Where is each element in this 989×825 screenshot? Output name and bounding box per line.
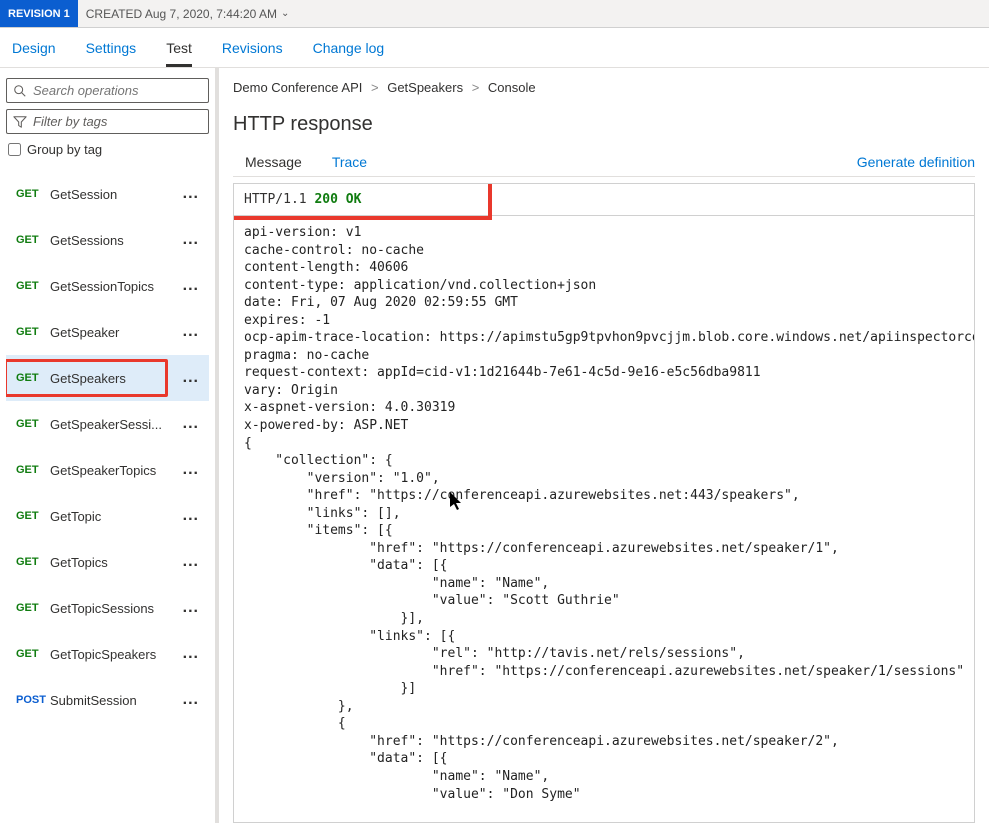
breadcrumb-api[interactable]: Demo Conference API <box>233 80 362 95</box>
operation-item[interactable]: GETGetTopicSessions... <box>6 585 209 631</box>
operations-list: GETGetSession... GETGetSessions... GETGe… <box>6 171 209 823</box>
breadcrumb-sep-icon: > <box>472 80 480 95</box>
row-actions-icon[interactable]: ... <box>183 461 203 479</box>
method-badge: GET <box>16 556 50 568</box>
operation-name: GetSpeakers <box>50 371 183 386</box>
row-actions-icon[interactable]: ... <box>183 507 203 525</box>
breadcrumb-sep-icon: > <box>371 80 379 95</box>
status-line: HTTP/1.1 200 OK <box>234 184 974 216</box>
row-actions-icon[interactable]: ... <box>183 369 203 387</box>
row-actions-icon[interactable]: ... <box>183 185 203 203</box>
operation-item[interactable]: GETGetSessions... <box>6 217 209 263</box>
search-input-wrap[interactable] <box>6 78 209 103</box>
row-actions-icon[interactable]: ... <box>183 691 203 709</box>
chevron-down-icon: ⌄ <box>281 8 289 19</box>
operation-item[interactable]: GETGetTopicSpeakers... <box>6 631 209 677</box>
response-body[interactable]: api-version: v1 cache-control: no-cache … <box>234 216 974 811</box>
generate-definition-link[interactable]: Generate definition <box>857 154 975 176</box>
operation-item[interactable]: GETGetSpeakerSessi...... <box>6 401 209 447</box>
revision-badge[interactable]: REVISION 1 <box>0 0 78 27</box>
operation-name: GetTopicSessions <box>50 601 183 616</box>
operation-name: SubmitSession <box>50 693 183 708</box>
method-badge: GET <box>16 280 50 292</box>
row-actions-icon[interactable]: ... <box>183 415 203 433</box>
status-code: 200 OK <box>314 192 361 207</box>
method-badge: GET <box>16 326 50 338</box>
subtab-message[interactable]: Message <box>245 154 302 176</box>
method-badge: GET <box>16 188 50 200</box>
operation-item[interactable]: GETGetSpeakerTopics... <box>6 447 209 493</box>
operation-item[interactable]: GETGetSpeaker... <box>6 309 209 355</box>
method-badge: GET <box>16 372 50 384</box>
breadcrumb: Demo Conference API > GetSpeakers > Cons… <box>233 80 975 95</box>
operation-item[interactable]: GETGetTopics... <box>6 539 209 585</box>
tab-changelog[interactable]: Change log <box>313 40 385 67</box>
method-badge: GET <box>16 234 50 246</box>
operation-name: GetTopics <box>50 555 183 570</box>
operation-name: GetSpeaker <box>50 325 183 340</box>
status-protocol: HTTP/1.1 <box>244 192 307 207</box>
operation-name: GetSessionTopics <box>50 279 183 294</box>
group-by-tag-label: Group by tag <box>27 142 102 157</box>
subtab-trace[interactable]: Trace <box>332 154 367 176</box>
operation-item[interactable]: GETGetTopic... <box>6 493 209 539</box>
group-by-tag-input[interactable] <box>8 143 21 156</box>
tab-settings[interactable]: Settings <box>86 40 137 67</box>
method-badge: GET <box>16 602 50 614</box>
operation-item-getspeakers[interactable]: GETGetSpeakers... <box>6 355 209 401</box>
filter-label: Filter by tags <box>33 114 107 129</box>
operation-name: GetSpeakerSessi... <box>50 417 183 432</box>
operations-sidebar: Filter by tags Group by tag GETGetSessio… <box>0 68 216 823</box>
operation-name: GetTopicSpeakers <box>50 647 183 662</box>
response-subtabs: Message Trace <box>233 154 367 176</box>
created-label-text: CREATED Aug 7, 2020, 7:44:20 AM <box>86 7 277 21</box>
page-title: HTTP response <box>233 113 975 136</box>
operation-name: GetSessions <box>50 233 183 248</box>
method-badge: GET <box>16 464 50 476</box>
nav-tabs: Design Settings Test Revisions Change lo… <box>0 28 989 68</box>
row-actions-icon[interactable]: ... <box>183 231 203 249</box>
method-badge: GET <box>16 418 50 430</box>
operation-name: GetSession <box>50 187 183 202</box>
response-container: HTTP/1.1 200 OK api-version: v1 cache-co… <box>233 183 975 823</box>
row-actions-icon[interactable]: ... <box>183 323 203 341</box>
filter-icon <box>13 115 27 129</box>
operation-item[interactable]: GETGetSessionTopics... <box>6 263 209 309</box>
operation-name: GetTopic <box>50 509 183 524</box>
operation-name: GetSpeakerTopics <box>50 463 183 478</box>
tab-design[interactable]: Design <box>12 40 56 67</box>
method-badge: GET <box>16 510 50 522</box>
breadcrumb-page: Console <box>488 80 536 95</box>
tab-test[interactable]: Test <box>166 40 192 67</box>
search-input[interactable] <box>33 83 211 98</box>
row-actions-icon[interactable]: ... <box>183 277 203 295</box>
tab-revisions[interactable]: Revisions <box>222 40 283 67</box>
filter-tags[interactable]: Filter by tags <box>6 109 209 134</box>
operation-item[interactable]: POSTSubmitSession... <box>6 677 209 723</box>
top-bar: REVISION 1 CREATED Aug 7, 2020, 7:44:20 … <box>0 0 989 28</box>
method-badge: GET <box>16 648 50 660</box>
created-dropdown[interactable]: CREATED Aug 7, 2020, 7:44:20 AM ⌄ <box>78 7 298 21</box>
row-actions-icon[interactable]: ... <box>183 599 203 617</box>
main-panel: Demo Conference API > GetSpeakers > Cons… <box>216 68 989 823</box>
row-actions-icon[interactable]: ... <box>183 645 203 663</box>
operation-item[interactable]: GETGetSession... <box>6 171 209 217</box>
group-by-tag-checkbox[interactable]: Group by tag <box>6 142 209 157</box>
breadcrumb-operation[interactable]: GetSpeakers <box>387 80 463 95</box>
method-badge: POST <box>16 694 50 706</box>
search-icon <box>13 84 27 98</box>
row-actions-icon[interactable]: ... <box>183 553 203 571</box>
